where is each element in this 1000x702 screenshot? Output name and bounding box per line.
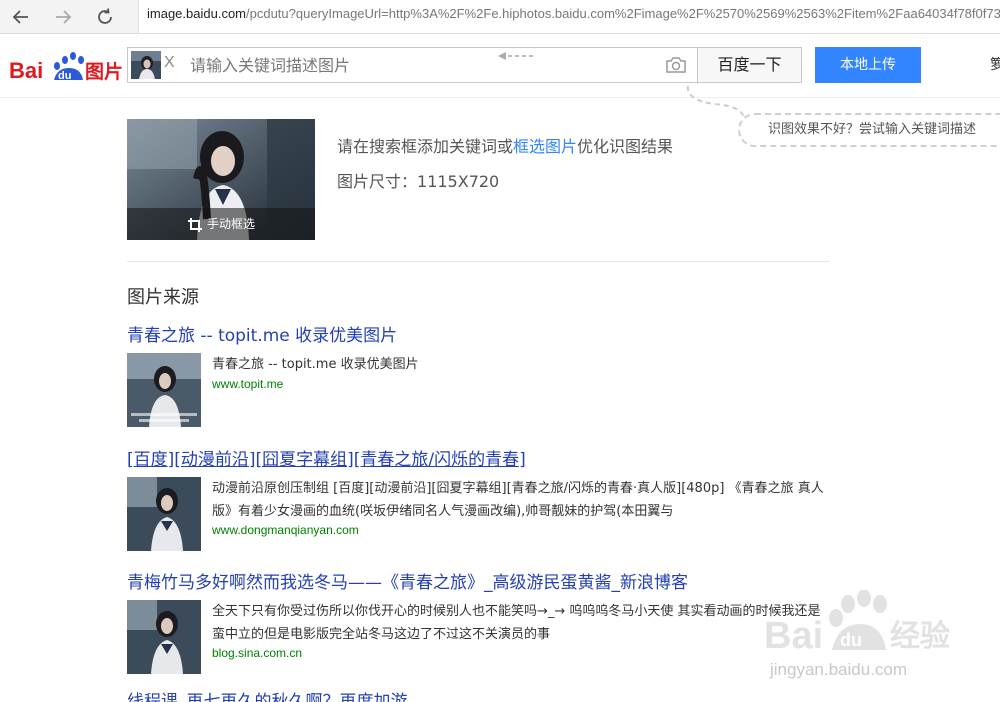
- result-item: 青梅竹马多好啊然而我选冬马——《青春之旅》_高级游民蛋黄酱_新浪博客 全天下只有…: [127, 571, 837, 674]
- result-title-link[interactable]: 线程课_再七再久的秋久啊？再度加游: [127, 690, 837, 702]
- result-thumbnail[interactable]: [127, 353, 201, 427]
- result-image: [127, 600, 201, 674]
- hint-arrow-icon: [498, 52, 534, 60]
- header-right-text[interactable]: 箩: [990, 54, 1000, 74]
- result-url[interactable]: www.dongmanqianyan.com: [212, 523, 359, 537]
- refresh-icon: [98, 8, 112, 24]
- search-button[interactable]: 百度一下: [697, 47, 802, 83]
- query-tip-suffix: 优化识图结果: [577, 137, 674, 156]
- arrow-right-icon: [56, 10, 72, 24]
- logo-pic: 图片: [85, 60, 123, 83]
- upload-button[interactable]: 本地上传: [815, 47, 921, 83]
- result-item: [百度][动漫前沿][囧夏字幕组][青春之旅/闪烁的青春] 动漫前沿原创压制组 …: [127, 448, 837, 551]
- logo-du: du: [58, 70, 71, 82]
- result-title-link[interactable]: 青春之旅 -- topit.me 收录优美图片: [127, 324, 837, 348]
- camera-icon[interactable]: [665, 55, 687, 75]
- result-description: 青春之旅 -- topit.me 收录优美图片: [212, 357, 419, 372]
- search-box: X: [127, 47, 698, 83]
- browser-toolbar: image.baidu.com/pcdutu?queryImageUrl=htt…: [0, 0, 1000, 34]
- result-image: [127, 477, 201, 551]
- result-body: 动漫前沿原创压制组 [百度][动漫前沿][囧夏字幕组][青春之旅/闪烁的青春·真…: [127, 477, 837, 551]
- result-title-link[interactable]: [百度][动漫前沿][囧夏字幕组][青春之旅/闪烁的青春]: [127, 448, 837, 472]
- page-header: Bai du 图片 X 百度一下 本地上传 箩: [0, 34, 1000, 98]
- result-url[interactable]: blog.sina.com.cn: [212, 646, 302, 660]
- crop-icon: [187, 217, 202, 232]
- url-host: image.baidu.com: [147, 6, 246, 21]
- section-title: 图片来源: [127, 287, 199, 308]
- baidu-jingyan-watermark: Bai du 经验: [764, 590, 950, 657]
- address-bar[interactable]: image.baidu.com/pcdutu?queryImageUrl=htt…: [138, 0, 1000, 33]
- watermark-url: jingyan.baidu.com: [770, 660, 908, 679]
- search-thumbnail: [131, 51, 161, 79]
- image-size-label: 图片尺寸：: [337, 172, 418, 191]
- query-tip-prefix: 请在搜索框添加关键词或: [337, 137, 514, 156]
- svg-text:du: du: [840, 630, 862, 650]
- result-image: [127, 353, 201, 427]
- select-image-link[interactable]: 框选图片: [513, 137, 577, 156]
- logo-bai: Bai: [9, 58, 43, 83]
- svg-text:Bai: Bai: [764, 615, 823, 657]
- forward-button[interactable]: [48, 2, 78, 32]
- arrow-left-icon: [12, 10, 28, 24]
- image-size-value: 1115X720: [417, 172, 500, 191]
- manual-select-button[interactable]: 手动框选: [127, 208, 315, 240]
- thumbnail-image: [131, 51, 161, 79]
- result-title-link[interactable]: 青梅竹马多好啊然而我选冬马——《青春之旅》_高级游民蛋黄酱_新浪博客: [127, 571, 837, 595]
- result-description: 动漫前沿原创压制组 [百度][动漫前沿][囧夏字幕组][青春之旅/闪烁的青春·真…: [212, 481, 824, 519]
- result-thumbnail[interactable]: [127, 477, 201, 551]
- back-button[interactable]: [6, 2, 36, 32]
- result-body: 全天下只有你受过伤所以你伐开心的时候别人也不能笑吗→_→ 呜呜呜冬马小天使 其实…: [127, 600, 837, 674]
- result-item: 青春之旅 -- topit.me 收录优美图片 青春之旅 -- topit.me…: [127, 324, 837, 427]
- url-path: /pcdutu?queryImageUrl=http%3A%2F%2Fe.hip…: [246, 6, 1000, 21]
- search-input[interactable]: [190, 48, 660, 82]
- result-body: 青春之旅 -- topit.me 收录优美图片 www.topit.me: [127, 353, 837, 427]
- result-thumbnail[interactable]: [127, 600, 201, 674]
- result-item: 线程课_再七再久的秋久啊？再度加游: [127, 690, 837, 702]
- manual-select-label: 手动框选: [206, 217, 255, 231]
- baidu-image-logo[interactable]: Bai du 图片: [9, 46, 124, 86]
- svg-text:经验: 经验: [890, 619, 950, 654]
- divider: [127, 261, 830, 262]
- query-tip: 请在搜索框添加关键词或框选图片优化识图结果: [337, 133, 673, 157]
- result-description: 全天下只有你受过伤所以你伐开心的时候别人也不能笑吗→_→ 呜呜呜冬马小天使 其实…: [212, 604, 821, 642]
- remove-thumbnail-button[interactable]: X: [164, 54, 175, 72]
- query-image[interactable]: 手动框选: [127, 119, 315, 240]
- refresh-button[interactable]: [90, 2, 120, 32]
- image-size: 图片尺寸：1115X720: [337, 168, 499, 192]
- result-url[interactable]: www.topit.me: [212, 377, 283, 391]
- hint-bubble: 识图效果不好？尝试输入关键词描述: [738, 113, 1000, 147]
